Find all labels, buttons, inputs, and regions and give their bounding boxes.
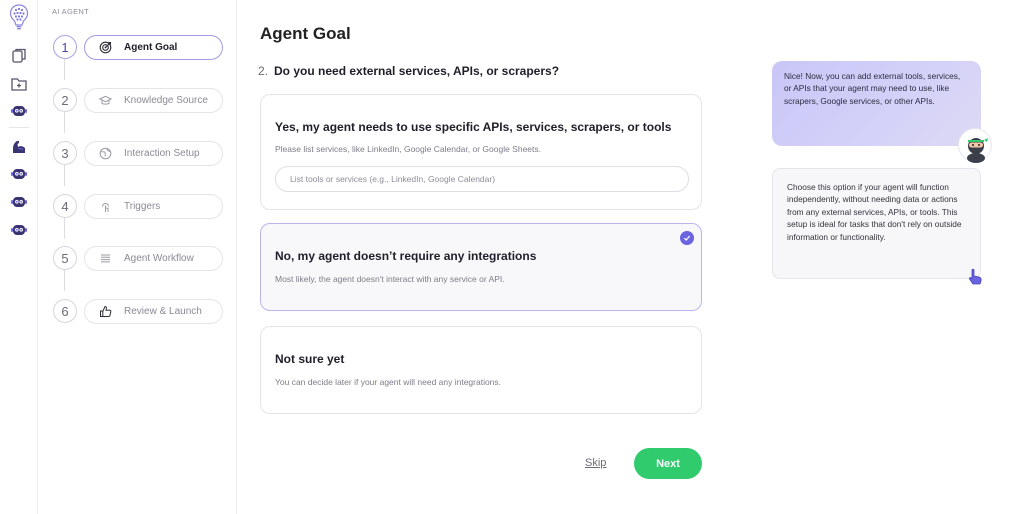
robot-head-icon[interactable] [10, 221, 28, 239]
folder-add-icon[interactable] [10, 75, 28, 93]
assistant-hint: Choose this option if your agent will fu… [772, 168, 981, 279]
icon-rail [0, 0, 38, 514]
list-icon [101, 254, 110, 263]
layers-icon[interactable] [10, 47, 28, 65]
page-title: Agent Goal [260, 24, 351, 43]
question-label: Do you need external services, APIs, or … [274, 64, 560, 78]
step-number: 6 [53, 299, 77, 323]
step-connector [64, 270, 65, 291]
step-label: Agent Goal [124, 42, 178, 53]
step-agent-workflow[interactable]: Agent Workflow [84, 246, 223, 271]
step-number: 1 [53, 35, 77, 59]
step-label: Triggers [124, 201, 161, 212]
step-number: 2 [53, 88, 77, 112]
option-title: No, my agent doesn’t require any integra… [275, 249, 537, 263]
rail-divider [9, 127, 29, 128]
bulb-logo-icon[interactable] [9, 4, 29, 30]
step-label: Review & Launch [124, 306, 202, 317]
option-title: Not sure yet [275, 352, 345, 366]
steps-panel: AI AGENT 1 Agent Goal 2 Knowledge Source… [38, 0, 237, 514]
option-title: Yes, my agent needs to use specific APIs… [275, 120, 672, 134]
step-connector [64, 218, 65, 239]
step-number: 3 [53, 141, 77, 165]
ninja-avatar-icon [967, 138, 988, 163]
hand-pointer-icon [969, 268, 982, 285]
step-knowledge-source[interactable]: Knowledge Source [84, 88, 223, 113]
robot-head-icon[interactable] [10, 165, 28, 183]
robot-head-icon[interactable] [10, 102, 28, 120]
thumbs-up-icon [100, 305, 112, 317]
step-agent-goal[interactable]: Agent Goal [84, 35, 223, 60]
pointer-click-icon [102, 203, 109, 212]
step-number: 4 [53, 194, 77, 218]
option-description: Most likely, the agent doesn't interact … [275, 274, 505, 284]
check-icon [680, 231, 694, 245]
step-label: Agent Workflow [124, 253, 194, 264]
next-button[interactable]: Next [634, 448, 702, 479]
section-label: AI AGENT [52, 7, 89, 16]
option-yes-integrations[interactable]: Yes, my agent needs to use specific APIs… [260, 94, 702, 210]
skip-link[interactable]: Skip [585, 457, 606, 469]
graduation-cap-icon [99, 95, 112, 105]
step-connector [64, 165, 65, 186]
question-number: 2. [258, 64, 269, 78]
robot-head-icon[interactable] [10, 193, 28, 211]
step-interaction-setup[interactable]: Interaction Setup [84, 141, 223, 166]
step-review-launch[interactable]: Review & Launch [84, 299, 223, 324]
target-icon [99, 41, 112, 54]
assistant-message: Nice! Now, you can add external tools, s… [772, 61, 981, 146]
step-number: 5 [53, 246, 77, 270]
step-label: Interaction Setup [124, 148, 200, 159]
option-description: Please list services, like LinkedIn, Goo… [275, 144, 542, 154]
arm-icon[interactable] [10, 138, 28, 156]
step-connector [64, 59, 65, 80]
option-no-integrations[interactable]: No, my agent doesn’t require any integra… [260, 223, 702, 311]
step-connector [64, 112, 65, 133]
option-description: You can decide later if your agent will … [275, 377, 502, 387]
tools-input[interactable] [275, 166, 689, 192]
step-triggers[interactable]: Triggers [84, 194, 223, 219]
option-not-sure[interactable]: Not sure yet You can decide later if you… [260, 326, 702, 414]
question-text: 2. Do you need external services, APIs, o… [258, 64, 559, 78]
step-label: Knowledge Source [124, 95, 208, 106]
avatar [958, 128, 992, 163]
globe-icon [99, 147, 112, 160]
